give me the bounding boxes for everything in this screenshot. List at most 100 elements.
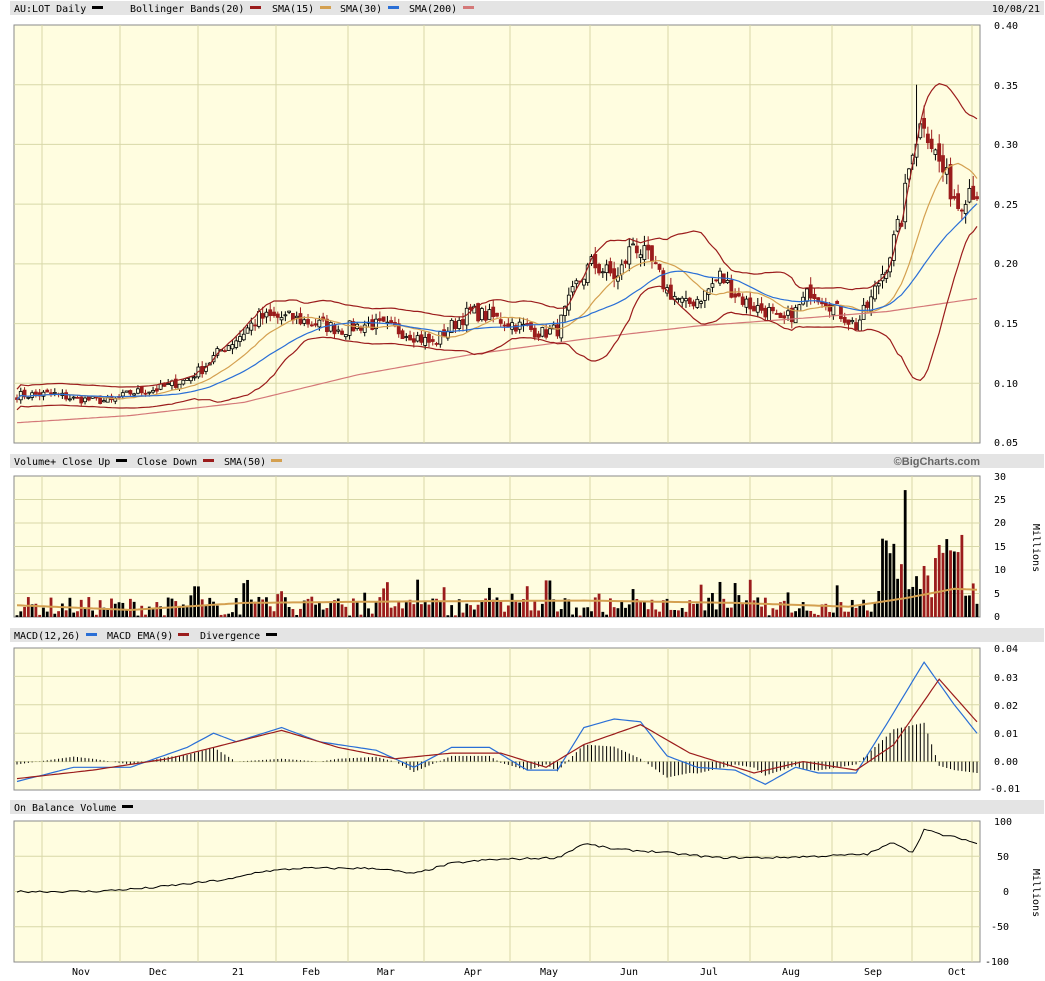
candle-body (434, 343, 439, 345)
candle-body (415, 335, 420, 342)
volume-bar (559, 609, 563, 617)
candle-body (759, 303, 764, 311)
volume-bar (794, 611, 797, 617)
volume-bar (299, 608, 302, 617)
volume-bar (896, 578, 900, 617)
macd-tick-label: -0.01 (990, 784, 1020, 795)
candle-body (532, 327, 537, 338)
candle-body (736, 293, 741, 297)
candle-body (744, 298, 749, 308)
volume-bar (314, 604, 317, 617)
volume-bar (310, 596, 314, 617)
candle-body (876, 283, 881, 287)
price-tick-label: 0.30 (994, 140, 1018, 151)
volume-bar (128, 598, 132, 617)
candle-body (793, 307, 798, 324)
candle-body (411, 338, 416, 343)
brand-watermark: ©BigCharts.com (894, 456, 981, 468)
candle-body (967, 188, 972, 203)
macd-panel (13, 647, 981, 791)
volume-bar (643, 601, 646, 617)
volume-bar (465, 603, 469, 617)
macd-y-axis: 0.04 0.03 0.02 0.01 0.00 -0.01 (990, 644, 1020, 795)
candle-body (808, 284, 813, 299)
candle-body (752, 305, 756, 312)
candle-body (291, 313, 295, 321)
month-label: Aug (782, 967, 800, 978)
volume-bar (574, 607, 578, 617)
candle-body (805, 288, 809, 302)
candle-body (260, 313, 265, 319)
volume-bar (722, 598, 726, 617)
volume-bar (404, 601, 408, 617)
volume-bar (684, 611, 688, 617)
candle-body (302, 319, 307, 324)
candle-body (922, 117, 926, 129)
legend-macd-swatch (86, 633, 97, 636)
legend-sma30-swatch (388, 6, 399, 9)
candle-body (767, 307, 772, 321)
candle-body (687, 297, 692, 304)
volume-bar (552, 599, 556, 617)
volume-bar (763, 597, 767, 617)
candle-body (234, 340, 239, 348)
volume-bar (911, 586, 915, 617)
volume-bar (556, 611, 559, 617)
candle-body (604, 264, 609, 274)
candle-body (714, 279, 719, 282)
candle-body (952, 196, 957, 199)
candle-body (408, 334, 412, 341)
candle-body (748, 297, 753, 310)
volume-bar (654, 609, 658, 617)
candle-body (600, 271, 605, 274)
volume-bar (805, 610, 809, 617)
volume-bar (23, 606, 26, 617)
volume-bar (469, 605, 472, 617)
volume-bar (197, 586, 200, 617)
candle-body (740, 296, 745, 305)
candle-body (264, 311, 269, 318)
volume-bar (714, 609, 718, 617)
candle-body (812, 293, 817, 300)
candle-body (540, 327, 545, 337)
candle-body (529, 322, 533, 330)
candle-body (559, 314, 564, 339)
volume-bar (454, 615, 457, 617)
volume-bar (639, 601, 643, 617)
candle-body (86, 396, 91, 401)
volume-bar (945, 539, 949, 617)
volume-bar (283, 597, 287, 617)
volume-bar (514, 600, 518, 617)
candle-body (619, 264, 624, 275)
candle-body (147, 391, 152, 394)
candle-body (256, 311, 261, 327)
candle-body (634, 245, 639, 254)
volume-bar (208, 597, 212, 617)
volume-bar (446, 615, 450, 617)
legend-macd-ema-swatch (178, 633, 189, 636)
volume-bar (280, 591, 283, 617)
volume-bar (877, 590, 881, 617)
volume-bar (110, 598, 113, 617)
symbol-label: AU:LOT Daily (14, 4, 86, 15)
volume-bar (242, 583, 246, 617)
volume-bar (15, 615, 19, 617)
candle-body (185, 378, 189, 381)
candle-body (181, 379, 186, 385)
volume-bar (624, 607, 627, 617)
volume-bar (930, 597, 934, 617)
candle-body (755, 305, 760, 313)
candle-body (192, 376, 197, 379)
volume-bar (926, 575, 930, 617)
volume-bar (385, 582, 389, 617)
volume-bar (934, 558, 937, 617)
volume-bar (19, 611, 23, 617)
legend-volume-down: Close Down (137, 457, 197, 468)
candle-body (510, 322, 515, 330)
candle-body (661, 270, 666, 290)
candle-body (536, 333, 541, 338)
candle-body (226, 345, 231, 351)
volume-bar (87, 597, 91, 617)
volume-bar (937, 544, 941, 617)
volume-bar (412, 604, 416, 617)
